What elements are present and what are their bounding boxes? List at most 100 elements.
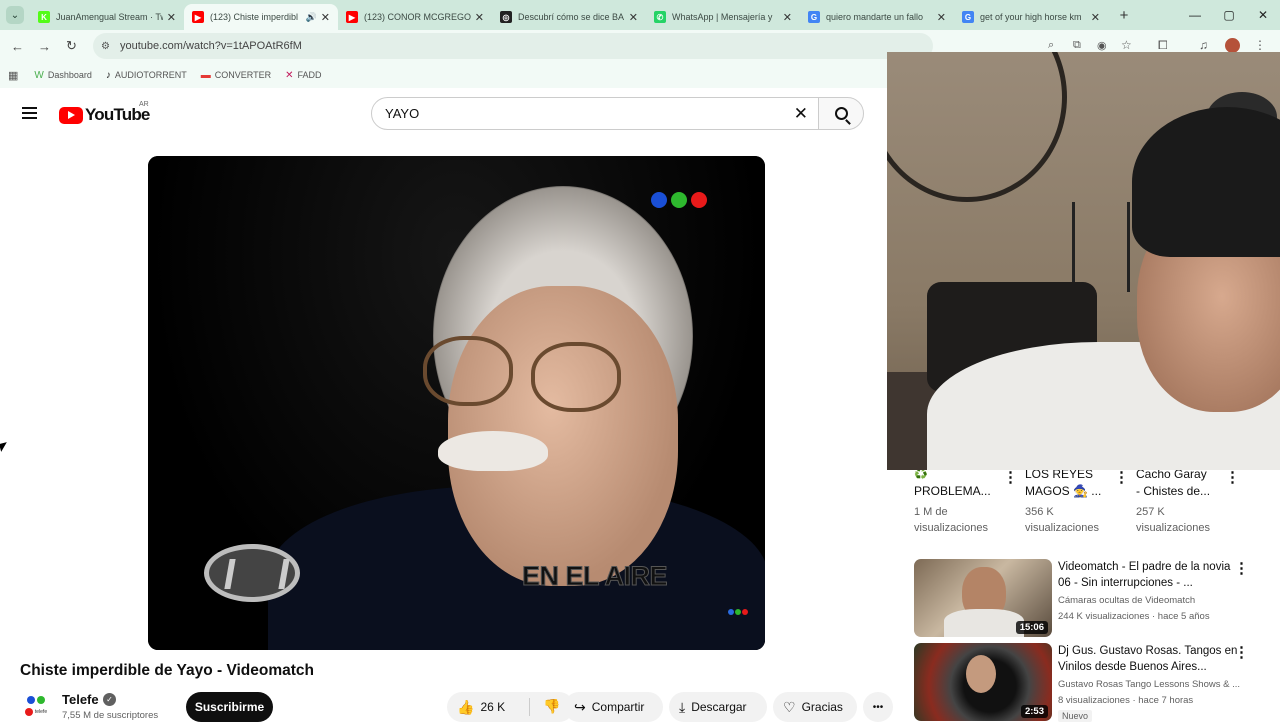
media-control-icon[interactable]: ♫ — [1199, 38, 1208, 52]
tab-close-icon[interactable]: ✕ — [783, 11, 792, 24]
bookmark-item[interactable]: ♪ AUDIOTORRENT — [106, 70, 187, 81]
eye-off-icon[interactable]: ◉ — [1097, 39, 1107, 52]
tab-list: K JuanAmengual Stream · Tw ✕ ▶ (123) Chiste … — [30, 0, 1108, 30]
close-window-button[interactable]: ✕ — [1246, 0, 1280, 30]
recommendation-1-channel[interactable]: Cámaras ocultas de Videomatch — [1058, 593, 1244, 609]
youtube-logo[interactable]: YouTube AR — [59, 101, 150, 125]
thanks-icon: ♡ — [783, 698, 796, 715]
recommendation-1-title[interactable]: Videomatch - El padre de la novia 06 - S… — [1058, 559, 1244, 591]
shelf-item-3-views-label: visualizaciones — [1136, 522, 1210, 534]
video-player[interactable]: EN EL AIRE — [148, 156, 765, 650]
maximize-button[interactable]: ▢ — [1212, 0, 1246, 30]
search-input[interactable]: YAYO ✕ — [371, 97, 819, 130]
channel-avatar[interactable]: telefe — [22, 694, 50, 718]
recommendation-2-menu-icon[interactable]: ⋮ — [1234, 643, 1249, 661]
bookmark-item[interactable]: ✕ FADD — [285, 70, 321, 81]
site-info-icon[interactable]: ⚙ — [101, 41, 110, 52]
recommendation-1-menu-icon[interactable]: ⋮ — [1234, 559, 1249, 577]
recommendation-2-title[interactable]: Dj Gus. Gustavo Rosas. Tangos en Vinilos… — [1058, 643, 1244, 675]
subscribe-button[interactable]: Suscribirme — [186, 692, 273, 722]
recommendation-1-meta: 244 K visualizaciones · hace 5 años — [1058, 611, 1210, 622]
bookmark-label: Dashboard — [47, 70, 92, 80]
search-button[interactable] — [818, 97, 864, 130]
shelf-item-1-title[interactable]: PROBLEMA... — [914, 483, 991, 500]
recommendation-2-meta: 8 visualizaciones · hace 7 horas — [1058, 695, 1194, 706]
bookmark-star-icon[interactable]: ☆ — [1121, 38, 1132, 52]
tab-close-icon[interactable]: ✕ — [475, 11, 484, 24]
omnibox[interactable]: ⚙ youtube.com/watch?v=1tAPOAtR6fM — [93, 33, 933, 59]
tab-favicon-icon: K — [38, 11, 50, 23]
en-el-aire-overlay: EN EL AIRE — [521, 561, 668, 592]
download-button[interactable]: ⤓ Descargar — [669, 692, 767, 722]
shelf-item-2-menu-icon[interactable]: ⋮ — [1114, 468, 1129, 486]
thanks-button[interactable]: ♡ Gracias — [773, 692, 857, 722]
recommendation-2-duration: 2:53 — [1020, 705, 1048, 718]
dislike-icon[interactable]: 👎 — [543, 698, 560, 715]
shelf-item-3-menu-icon[interactable]: ⋮ — [1225, 468, 1240, 486]
browser-tab[interactable]: ◎ Descubrí cómo se dice BA ✕ — [492, 4, 646, 30]
video-owner-bar: telefe Telefe ✓ 7,55 M de suscriptores S… — [20, 690, 893, 722]
new-tab-button[interactable]: + — [1112, 7, 1136, 24]
channel-name[interactable]: Telefe — [62, 692, 99, 707]
browser-tab[interactable]: Gquiero mandarte un fallo ✕ — [800, 4, 954, 30]
forward-button[interactable]: → — [31, 39, 58, 54]
tab-title: quiero mandarte un fallo — [826, 12, 924, 22]
zoom-icon[interactable]: ⌕ — [1048, 39, 1054, 52]
youtube-play-icon — [59, 106, 83, 124]
recommendation-2-channel[interactable]: Gustavo Rosas Tango Lessons Shows & ... — [1058, 677, 1244, 693]
bookmark-item[interactable]: ▬ CONVERTER — [201, 70, 271, 81]
download-icon: ⤓ — [679, 698, 686, 715]
browser-menu-icon[interactable]: ⋮ — [1254, 38, 1266, 52]
video-title: Chiste imperdible de Yayo - Videomatch — [20, 662, 315, 679]
more-actions-button[interactable]: ••• — [863, 692, 893, 722]
install-app-icon[interactable]: ⧉ — [1073, 39, 1081, 52]
bookmark-favicon-icon: ✕ — [285, 69, 294, 81]
tab-close-icon[interactable]: ✕ — [167, 11, 176, 24]
tab-close-icon[interactable]: ✕ — [629, 11, 638, 24]
browser-tab[interactable]: ✆ WhatsApp | Mensajería y ✕ — [646, 4, 800, 30]
tab-audio-icon[interactable]: 🔊 — [306, 12, 317, 23]
minimize-button[interactable]: — — [1178, 0, 1212, 30]
tab-favicon-icon: G — [808, 11, 820, 23]
shelf-item-1-views-label: visualizaciones — [914, 522, 988, 534]
clear-search-icon[interactable]: ✕ — [794, 104, 808, 124]
recommendation-1-thumbnail[interactable]: 15:06 — [914, 559, 1052, 637]
shelf-item-2-title-2[interactable]: MAGOS 🧙 ... — [1025, 483, 1101, 500]
hamburger-menu-icon[interactable] — [22, 107, 37, 119]
tab-close-icon[interactable]: ✕ — [321, 11, 330, 24]
divider — [529, 698, 530, 716]
browser-tab[interactable]: K JuanAmengual Stream · Tw ✕ — [30, 4, 184, 30]
bookmark-label: CONVERTER — [214, 70, 272, 80]
search-query: YAYO — [385, 106, 420, 121]
back-button[interactable]: ← — [4, 39, 31, 54]
browser-tab-strip: ⌄ K JuanAmengual Stream · Tw ✕ ▶ (123) Chist… — [0, 0, 1280, 30]
bookmark-label: AUDIOTORRENT — [114, 70, 187, 80]
like-count[interactable]: 26 K — [480, 700, 505, 714]
tab-title: WhatsApp | Mensajería y — [672, 12, 773, 22]
share-button[interactable]: ↪ Compartir — [564, 692, 663, 722]
bookmark-list: W Dashboard ♪ AUDIOTORRENT ▬ CONVERTER ✕ FADD — [34, 70, 335, 81]
pendant-lamp — [1127, 202, 1130, 292]
shelf-item-3-title-2[interactable]: - Chistes de... — [1136, 483, 1210, 500]
browser-tab[interactable]: ▶ (123) Chiste imperdibl 🔊 ✕ — [184, 4, 338, 30]
browser-tab[interactable]: ▶ (123) CONOR MCGREGOR ✕ — [338, 4, 492, 30]
tab-search-button[interactable]: ⌄ — [0, 0, 30, 30]
apps-grid-icon[interactable]: ▦ — [8, 69, 18, 82]
download-label: Descargar — [691, 700, 747, 714]
like-dislike-group: 👍 26 K 👎 — [447, 692, 574, 722]
browser-tab[interactable]: Gget of your high horse km ✕ — [954, 4, 1108, 30]
reload-button[interactable]: ↻ — [58, 38, 85, 54]
tab-close-icon[interactable]: ✕ — [937, 11, 946, 24]
shelf-item-1-menu-icon[interactable]: ⋮ — [1003, 468, 1018, 486]
bookmark-item[interactable]: W Dashboard — [34, 70, 91, 81]
extensions-icon[interactable]: ⧠ — [1158, 38, 1168, 53]
telefe-logo-dots — [651, 192, 711, 208]
tab-title: JuanAmengual Stream · Tw — [56, 12, 163, 22]
youtube-wordmark: YouTube — [85, 105, 150, 124]
recommendation-2-thumbnail[interactable]: 2:53 — [914, 643, 1052, 721]
bookmark-label: FADD — [297, 70, 322, 80]
tab-title: (123) Chiste imperdibl — [210, 12, 299, 22]
tab-close-icon[interactable]: ✕ — [1091, 11, 1100, 24]
profile-avatar[interactable] — [1225, 38, 1240, 53]
like-icon[interactable]: 👍 — [457, 699, 474, 716]
